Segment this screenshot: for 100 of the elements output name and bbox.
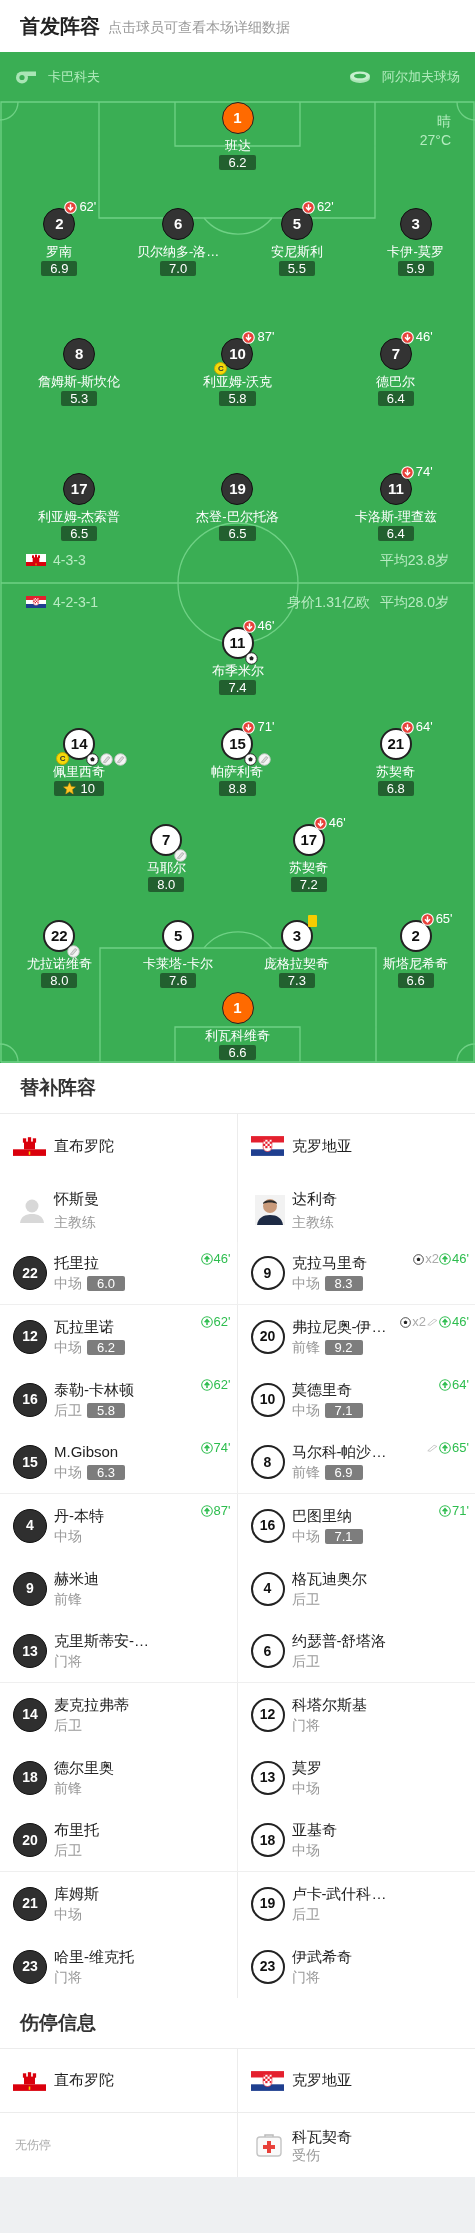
player-position: 中场	[54, 1904, 82, 1924]
player-name[interactable]: M.Gibson	[54, 1442, 126, 1462]
player-name[interactable]: 托里拉	[54, 1253, 126, 1273]
formation-text: 4-2-3-1	[53, 592, 99, 612]
shirt-number[interactable]: 11	[379, 473, 412, 505]
shirt-number[interactable]: 10	[250, 1382, 285, 1417]
substitution-off-icon	[301, 200, 315, 214]
rating-value: 7.3	[287, 973, 306, 988]
player-name[interactable]: 约瑟普-舒塔洛	[291, 1631, 387, 1651]
rating-value: 7.4	[228, 680, 247, 695]
coach-name[interactable]: 达利奇	[291, 1189, 337, 1209]
player-name[interactable]: 卢卡-武什科…	[291, 1883, 387, 1904]
player-name[interactable]: 伊武希奇	[291, 1946, 352, 1967]
shirt-number[interactable]: 4	[13, 1508, 47, 1543]
player-position: 后卫	[54, 1841, 82, 1860]
player-name[interactable]: 库姆斯	[54, 1883, 99, 1904]
shirt-number[interactable]: 17	[63, 473, 96, 505]
player-name[interactable]: 泰勒-卡林顿	[54, 1379, 134, 1400]
player-name[interactable]: 克拉马里奇	[291, 1253, 367, 1273]
substitution-off-icon	[242, 330, 256, 344]
shirt-number[interactable]: 23	[13, 1949, 47, 1984]
substitution-on-icon	[439, 1253, 452, 1265]
player-name[interactable]: 克里斯蒂安-…	[54, 1631, 149, 1651]
player-name[interactable]: 瓦拉里诺	[54, 1316, 126, 1337]
player-name[interactable]: 马尔科-帕沙…	[291, 1442, 387, 1462]
shirt-number[interactable]: 7	[150, 824, 183, 856]
shirt-number[interactable]: 18	[13, 1760, 47, 1795]
shirt-number[interactable]: 3	[280, 920, 313, 952]
shirt-number[interactable]: 14	[13, 1697, 47, 1732]
shirt-number[interactable]: 21	[13, 1886, 47, 1921]
boot-icon	[258, 753, 272, 766]
weather-text: 晴	[437, 112, 451, 131]
player-name[interactable]: 赫米迪	[54, 1568, 99, 1589]
substitution-minute: 46'	[452, 1252, 469, 1266]
player-name[interactable]: 莫罗	[291, 1757, 322, 1778]
shirt-number[interactable]: 15	[13, 1445, 47, 1479]
shirt-number[interactable]: 18	[250, 1823, 285, 1857]
shirt-number[interactable]: 2	[399, 920, 432, 952]
shirt-number[interactable]: 4	[250, 1571, 285, 1606]
substitution-minute: 87'	[257, 330, 275, 344]
shirt-number[interactable]: 15	[221, 728, 254, 760]
shirt-number[interactable]: 17	[292, 824, 325, 856]
player-name[interactable]: 哈里-维克托	[54, 1946, 134, 1967]
rating-value: 10	[80, 781, 95, 796]
rating-value: 7.6	[169, 973, 188, 988]
rating-badge: 7.1	[324, 1402, 363, 1418]
shirt-number[interactable]: 3	[399, 208, 432, 240]
player-name[interactable]: 莫德里奇	[291, 1379, 363, 1400]
captain-badge: C	[56, 752, 70, 765]
player-name[interactable]: 巴图里纳	[291, 1505, 363, 1526]
shirt-number[interactable]: 19	[250, 1886, 285, 1921]
shirt-number[interactable]: 16	[250, 1508, 285, 1543]
substitution-minute: 62'	[213, 1378, 231, 1392]
shirt-number[interactable]: 2	[43, 208, 76, 240]
player-name[interactable]: 德尔里奥	[54, 1757, 114, 1778]
player-position: 中场	[291, 1778, 320, 1798]
shirt-number[interactable]: 22	[43, 920, 76, 952]
player-name[interactable]: 科塔尔斯基	[291, 1694, 367, 1715]
shirt-number[interactable]: 5	[280, 208, 313, 240]
shirt-number[interactable]: 7	[379, 338, 412, 370]
shirt-number[interactable]: 6	[250, 1634, 285, 1668]
player-name[interactable]: 亚基奇	[291, 1820, 337, 1840]
formation-text: 4-3-3	[53, 550, 86, 570]
boot-icon	[114, 753, 128, 766]
player-name[interactable]: 丹-本特	[54, 1505, 104, 1526]
player-name[interactable]: 格瓦迪奥尔	[291, 1568, 367, 1589]
player-name[interactable]: 科瓦契奇	[291, 2126, 352, 2146]
coach-role: 主教练	[54, 1213, 97, 1231]
shirt-number[interactable]: 12	[250, 1697, 285, 1732]
player-name[interactable]: 麦克拉弗蒂	[54, 1694, 129, 1715]
shirt-number[interactable]: 16	[13, 1382, 47, 1417]
shirt-number[interactable]: 9	[13, 1571, 47, 1606]
shirt-number[interactable]: 12	[13, 1319, 47, 1354]
shirt-number[interactable]: 11	[221, 627, 254, 659]
shirt-number[interactable]: 22	[13, 1256, 47, 1290]
substitution-off-icon	[313, 816, 327, 830]
shirt-number[interactable]: 13	[250, 1760, 285, 1795]
shirt-number[interactable]: 9	[250, 1256, 285, 1290]
rating-value: 5.5	[287, 261, 306, 276]
coach-name[interactable]: 怀斯曼	[54, 1189, 99, 1209]
shirt-number[interactable]: 6	[162, 208, 195, 240]
flag-icon	[250, 1136, 284, 1156]
shirt-number[interactable]: 19	[221, 473, 254, 505]
shirt-number[interactable]: 20	[250, 1319, 285, 1354]
substitution-on-icon	[439, 1316, 452, 1328]
boot-icon	[427, 1318, 439, 1326]
player-position: 前锋	[54, 1589, 82, 1609]
player-position: 后卫	[291, 1904, 320, 1924]
substitution-minute: 65'	[435, 912, 453, 926]
shirt-number[interactable]: 13	[13, 1634, 47, 1668]
shirt-number[interactable]: 5	[162, 920, 195, 952]
rating-value: 7.2	[299, 877, 318, 892]
substitution-minute: 87'	[213, 1504, 231, 1518]
shirt-number[interactable]: 21	[379, 728, 412, 760]
player-name[interactable]: 弗拉尼奥-伊…	[291, 1316, 387, 1337]
shirt-number[interactable]: 20	[13, 1823, 47, 1857]
player-name[interactable]: 布里托	[54, 1820, 99, 1840]
shirt-number[interactable]: 8	[63, 338, 96, 370]
shirt-number[interactable]: 8	[250, 1445, 285, 1479]
shirt-number[interactable]: 23	[250, 1949, 285, 1984]
